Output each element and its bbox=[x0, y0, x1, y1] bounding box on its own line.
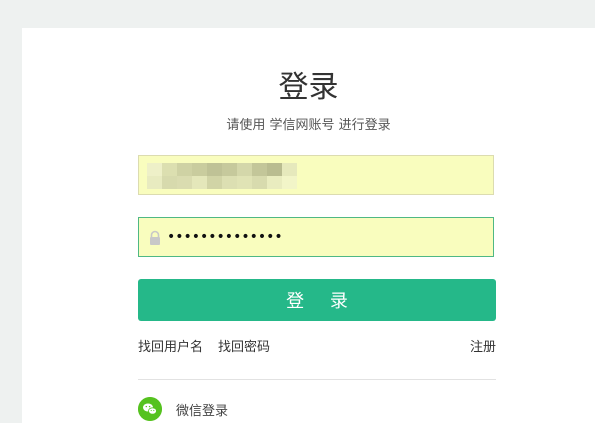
login-card: 登录 请使用 学信网账号 进行登录 •••••••••••••• 登 录 找回用… bbox=[22, 28, 595, 423]
page-title: 登录 bbox=[278, 70, 339, 105]
register-link[interactable]: 注册 bbox=[470, 340, 496, 356]
username-input[interactable] bbox=[139, 156, 493, 194]
password-input[interactable] bbox=[139, 218, 493, 256]
wechat-login-label: 微信登录 bbox=[176, 403, 229, 419]
wechat-login[interactable]: 微信登录 bbox=[138, 397, 228, 421]
find-username-link[interactable]: 找回用户名 bbox=[138, 340, 203, 356]
password-field-wrapper: •••••••••••••• bbox=[138, 217, 494, 257]
find-password-link[interactable]: 找回密码 bbox=[218, 340, 270, 356]
divider bbox=[138, 379, 496, 380]
login-button[interactable]: 登 录 bbox=[138, 279, 496, 321]
wechat-icon bbox=[138, 397, 162, 421]
page-subtitle: 请使用 学信网账号 进行登录 bbox=[226, 118, 391, 133]
username-field-wrapper bbox=[138, 155, 494, 195]
